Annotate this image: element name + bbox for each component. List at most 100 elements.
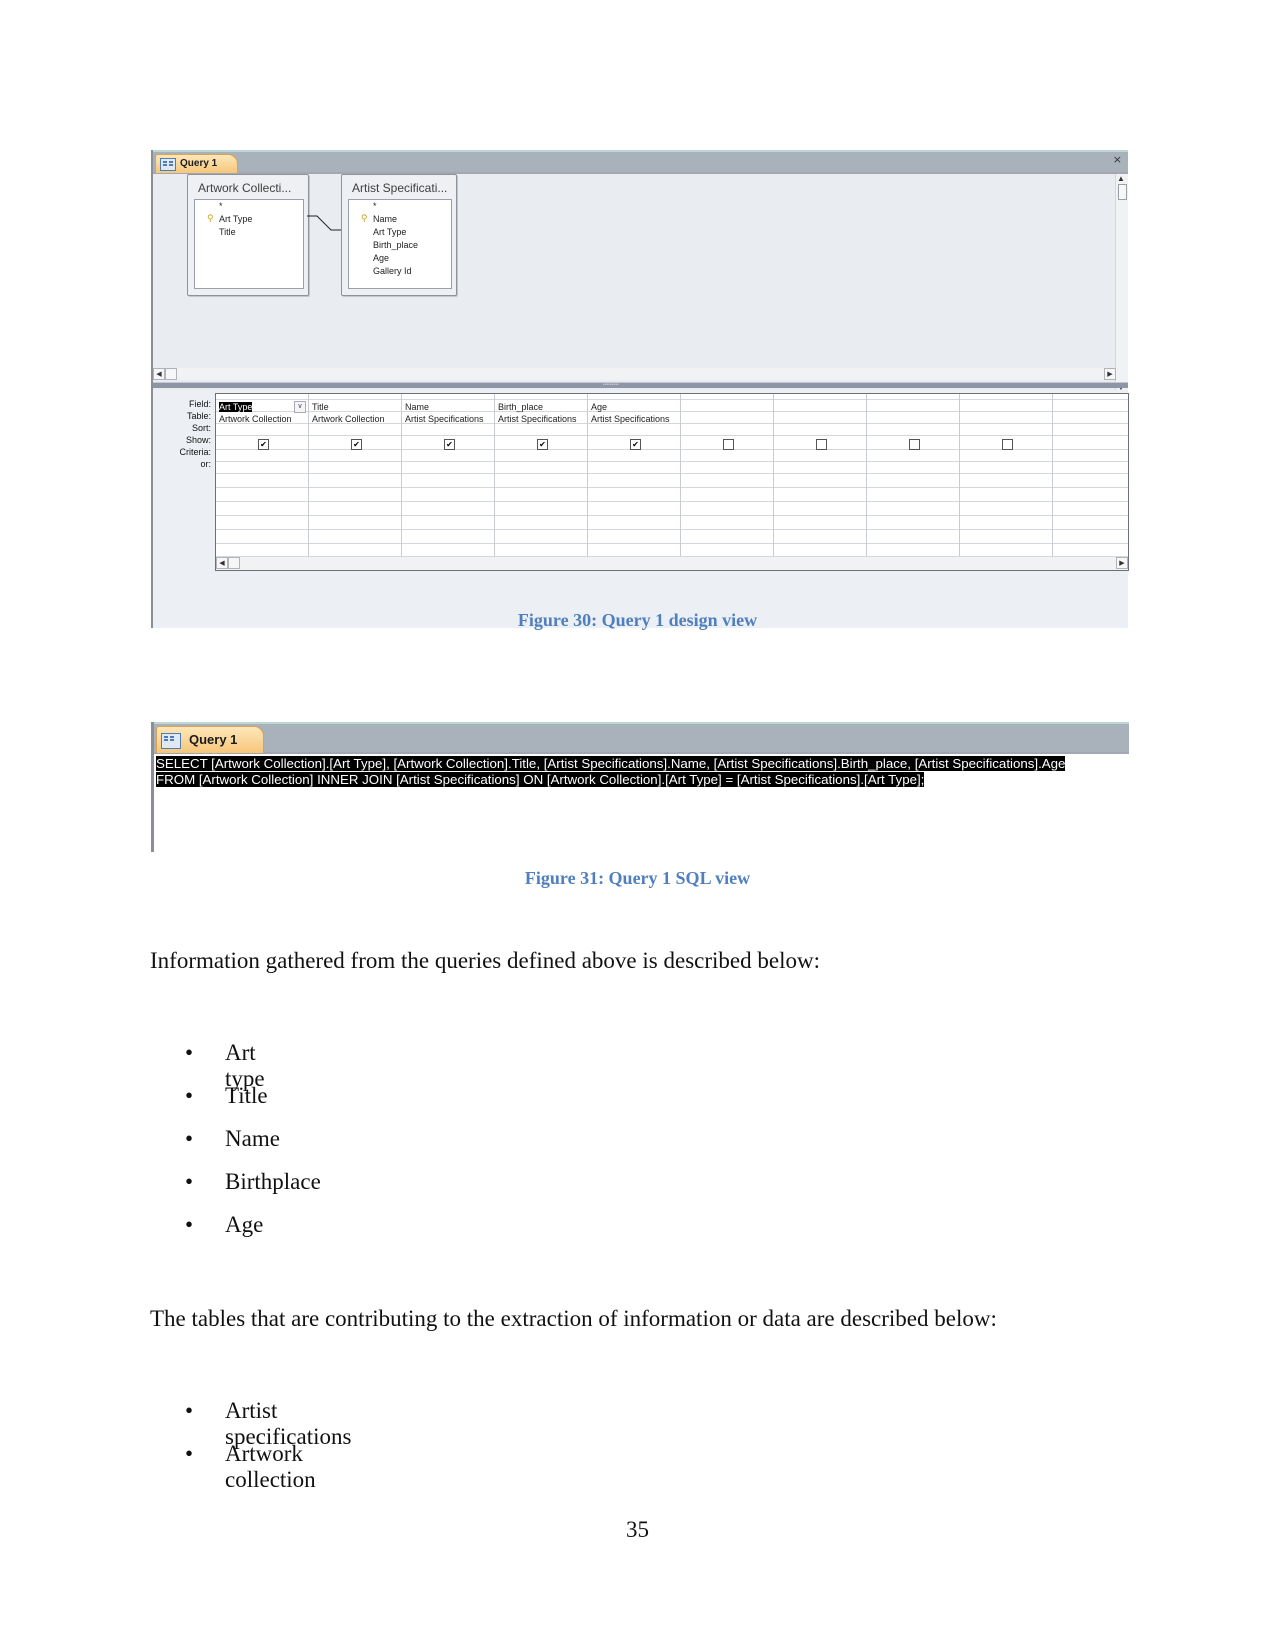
list-item-text: Name: [225, 1126, 280, 1151]
horizontal-scrollbar-grid[interactable]: ◀ ▶: [216, 556, 1128, 570]
show-checkbox-checked[interactable]: ✔: [630, 439, 641, 450]
field-value: Age: [591, 402, 608, 412]
grid-column: [867, 394, 960, 556]
grid-column: Art Type v Artwork Collection ✔: [216, 394, 309, 556]
sql-line-text: FROM [Artwork Collection] INNER JOIN [Ar…: [156, 771, 925, 787]
field-item[interactable]: Art Type: [373, 227, 406, 237]
field-cell[interactable]: Birth_place: [498, 402, 543, 412]
dropdown-arrow-icon[interactable]: v: [294, 401, 306, 413]
show-checkbox[interactable]: [723, 439, 734, 450]
bullet-icon: •: [185, 1083, 194, 1108]
table-cell[interactable]: Artist Specifications: [591, 414, 670, 424]
table-box-artist-specifications[interactable]: Artist Specificati... * ⚲ Name Art Type …: [341, 174, 457, 296]
list-item-text: Artwork collection: [225, 1441, 316, 1492]
query-icon: [160, 158, 176, 171]
show-checkbox-checked[interactable]: ✔: [351, 439, 362, 450]
table-cell[interactable]: Artist Specifications: [498, 414, 577, 424]
scroll-up-icon[interactable]: ▲: [1117, 174, 1125, 183]
join-line[interactable]: [307, 214, 343, 234]
tab-label: Query 1: [180, 158, 218, 169]
row-label-criteria: Criteria:: [179, 447, 211, 457]
scroll-thumb[interactable]: [165, 368, 177, 380]
query-icon: [161, 733, 181, 749]
table-title: Artist Specificati...: [352, 181, 448, 195]
show-checkbox-checked[interactable]: ✔: [258, 439, 269, 450]
scroll-left-icon[interactable]: ◀: [216, 557, 228, 569]
bullet-icon: •: [185, 1169, 194, 1194]
table-box-artwork-collection[interactable]: Artwork Collecti... * ⚲ Art Type Title: [187, 174, 309, 296]
table-cell[interactable]: Artwork Collection: [219, 414, 292, 424]
sql-line: SELECT [Artwork Collection].[Art Type], …: [156, 756, 1066, 772]
vertical-scrollbar[interactable]: ▲ ▼: [1115, 174, 1128, 392]
row-label-show: Show:: [185, 435, 211, 445]
bullet-icon: •: [185, 1040, 194, 1065]
grid-column: [960, 394, 1053, 556]
table-pane: Artwork Collecti... * ⚲ Art Type Title A…: [153, 174, 1128, 394]
figure-31-caption: Figure 31: Query 1 SQL view: [524, 868, 751, 888]
field-item[interactable]: *: [219, 201, 223, 211]
design-grid-pane: Field: Table: Sort: Show: Criteria: or: …: [153, 390, 1129, 628]
scroll-right-icon[interactable]: ▶: [1116, 557, 1128, 569]
show-checkbox[interactable]: [816, 439, 827, 450]
field-cell[interactable]: Name: [405, 402, 429, 412]
query-design-grid: Art Type v Artwork Collection ✔ Title Artwork…: [215, 393, 1129, 571]
paragraph-contributing-tables: The tables that are contributing to the …: [150, 1306, 997, 1331]
field-item[interactable]: Art Type: [219, 214, 252, 224]
grid-column: [774, 394, 867, 556]
splitter-grip[interactable]: •••••••••: [603, 383, 619, 388]
grid-row-labels: Field: Table: Sort: Show: Criteria: or:: [153, 398, 211, 470]
field-list: * ⚲ Name Art Type Birth_place Age Galler…: [348, 199, 452, 289]
field-value: Title: [312, 402, 329, 412]
close-icon[interactable]: ×: [1113, 153, 1122, 166]
field-value: Birth_place: [498, 402, 544, 412]
field-item[interactable]: *: [373, 201, 377, 211]
grid-column: Title Artwork Collection ✔: [309, 394, 402, 556]
scroll-thumb[interactable]: [228, 557, 240, 569]
field-item[interactable]: Name: [373, 214, 397, 224]
tab-label: Query 1: [189, 732, 238, 747]
primary-key-icon: ⚲: [361, 213, 368, 223]
figure-30-caption: Figure 30: Query 1 design view: [517, 610, 758, 630]
field-cell[interactable]: Art Type: [219, 402, 253, 412]
scroll-right-icon[interactable]: ▶: [1104, 368, 1116, 380]
pane-splitter[interactable]: •••••••••: [153, 382, 1128, 388]
list-item-text: Title: [225, 1083, 268, 1108]
scroll-left-icon[interactable]: ◀: [153, 368, 165, 380]
show-checkbox-checked[interactable]: ✔: [444, 439, 455, 450]
bullet-icon: •: [185, 1441, 194, 1466]
field-cell[interactable]: Title: [312, 402, 329, 412]
field-item[interactable]: Birth_place: [373, 240, 418, 250]
sql-line-text: SELECT [Artwork Collection].[Art Type], …: [156, 756, 1066, 771]
field-item[interactable]: Age: [373, 253, 389, 263]
bullet-icon: •: [185, 1212, 194, 1237]
show-checkbox-checked[interactable]: ✔: [537, 439, 548, 450]
page-number: 35: [626, 1517, 649, 1542]
document-tab-bar: Query 1: [154, 722, 1129, 754]
tab-query-1[interactable]: Query 1: [155, 154, 239, 173]
field-value: Name: [405, 402, 430, 412]
row-label-table: Table:: [186, 411, 211, 421]
grid-column: [681, 394, 774, 556]
row-label-sort: Sort:: [191, 423, 211, 433]
bullet-icon: •: [185, 1398, 194, 1423]
query-design-window: Query 1 × Artwork Collecti... * ⚲ Art Ty…: [151, 150, 1129, 628]
sql-editor[interactable]: SELECT [Artwork Collection].[Art Type], …: [156, 756, 1066, 787]
row-label-field: Field:: [188, 399, 211, 409]
field-cell[interactable]: Age: [591, 402, 607, 412]
query-sql-window: Query 1 SELECT [Artwork Collection].[Art…: [151, 722, 1129, 852]
primary-key-icon: ⚲: [207, 213, 214, 223]
table-cell[interactable]: Artist Specifications: [405, 414, 484, 424]
field-item[interactable]: Title: [219, 227, 236, 237]
list-item-text: Birthplace: [225, 1169, 321, 1194]
horizontal-scrollbar-upper[interactable]: ◀ ▶: [153, 368, 1116, 380]
show-checkbox[interactable]: [909, 439, 920, 450]
field-item[interactable]: Gallery Id: [373, 266, 412, 276]
grid-column: Birth_place Artist Specifications ✔: [495, 394, 588, 556]
row-label-or: or:: [200, 459, 211, 469]
field-value: Art Type: [219, 402, 253, 412]
scroll-thumb[interactable]: [1118, 184, 1127, 200]
tab-query-1[interactable]: Query 1: [156, 726, 265, 753]
field-list: * ⚲ Art Type Title: [194, 199, 304, 289]
show-checkbox[interactable]: [1002, 439, 1013, 450]
table-cell[interactable]: Artwork Collection: [312, 414, 385, 424]
